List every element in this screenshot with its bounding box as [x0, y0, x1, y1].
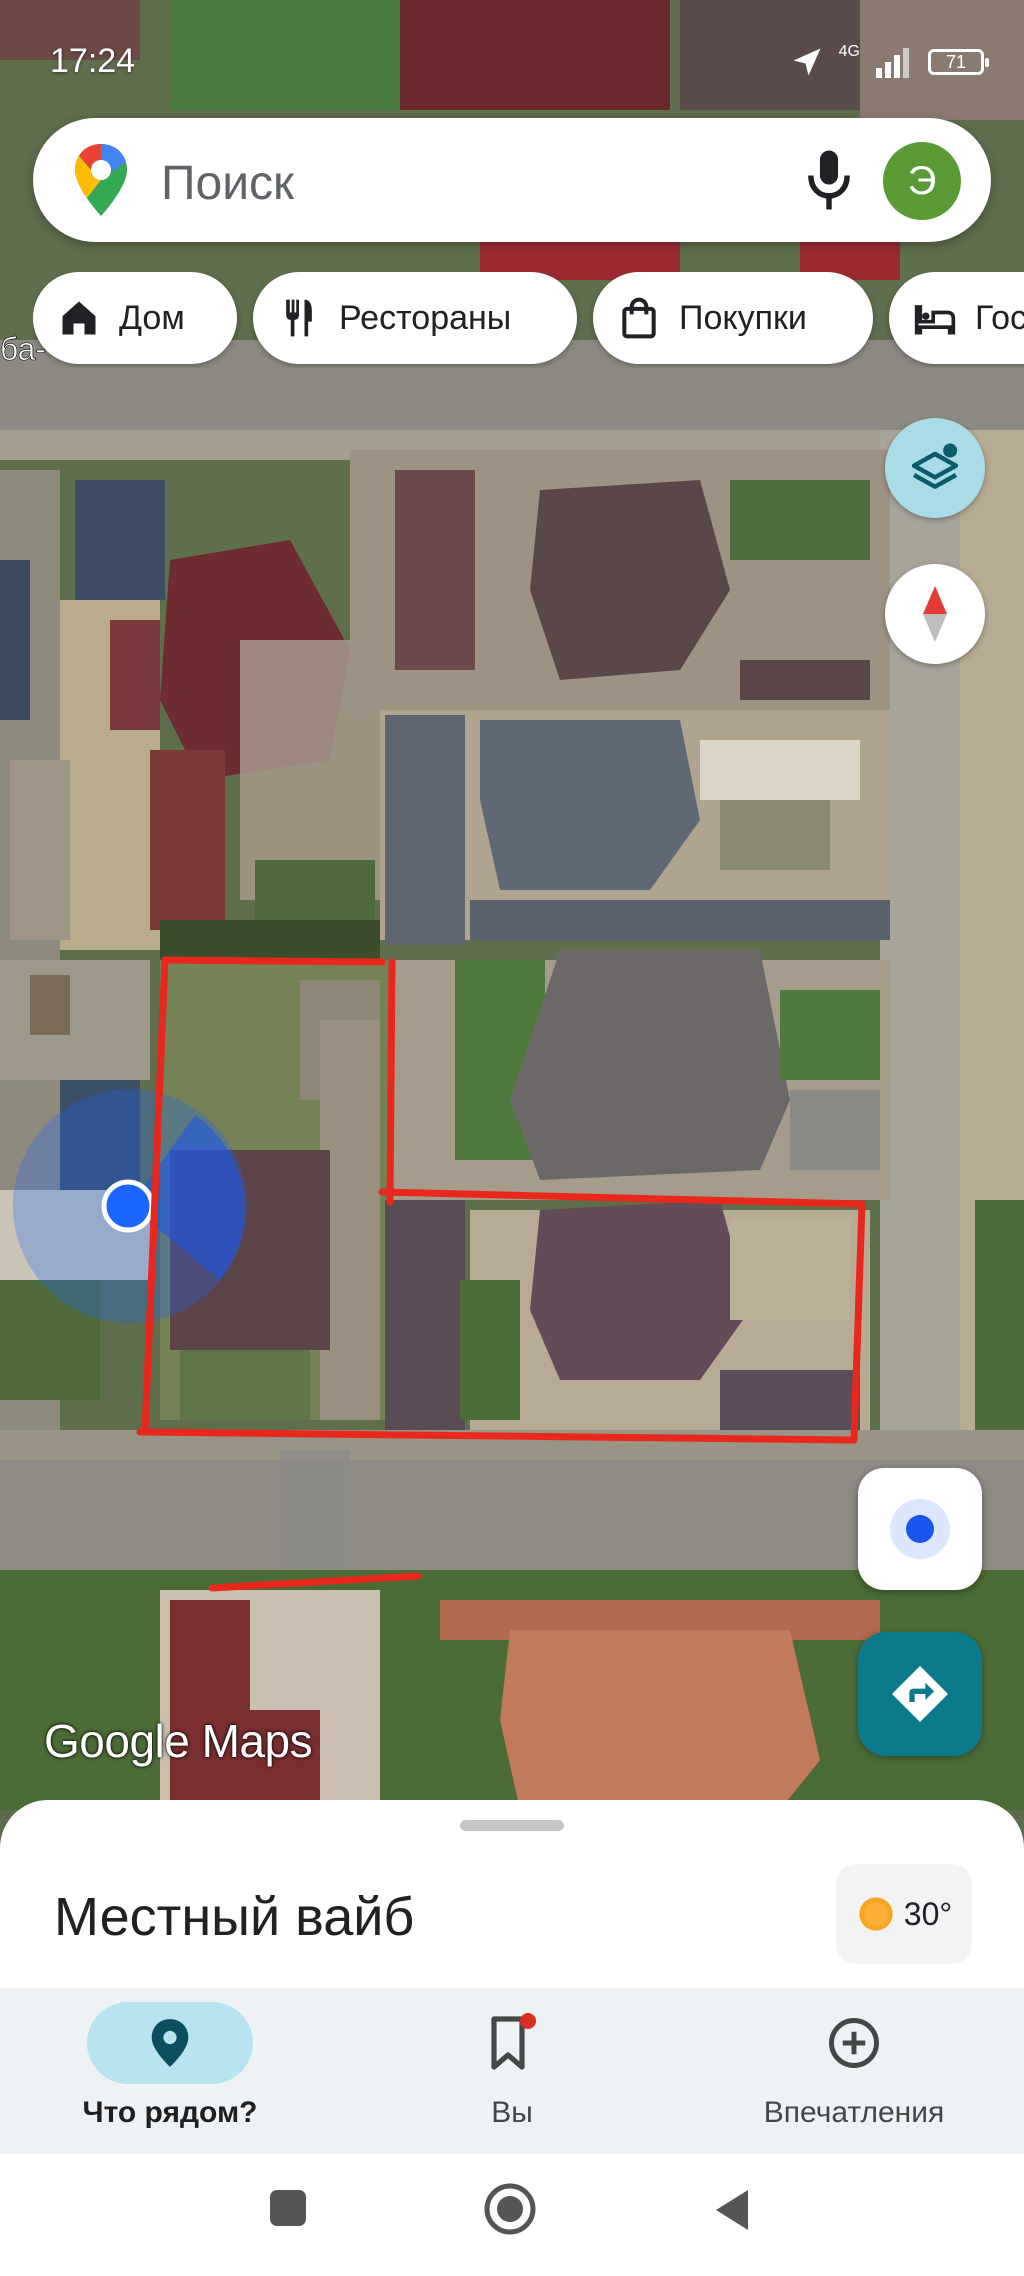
bottom-sheet[interactable]: Местный вайб 30° [0, 1800, 1024, 1990]
layers-icon [911, 443, 959, 489]
account-avatar[interactable]: Э [883, 142, 961, 220]
weather-temperature: 30° [903, 1895, 953, 1932]
sun-icon [859, 1897, 893, 1931]
status-bar: 17:24 4G 71 [0, 0, 1024, 110]
restaurant-icon [286, 299, 312, 337]
screen: ба- 17:24 4G 71 Поиск Э Дом Рестораны По… [0, 0, 1024, 2276]
chip-restaurants[interactable]: Рестораны [253, 272, 577, 364]
nav-icon-container [771, 2002, 937, 2084]
search-input[interactable]: Поиск [161, 156, 294, 211]
sheet-drag-handle[interactable] [460, 1820, 564, 1831]
nav-label: Впечатления [763, 2096, 945, 2129]
system-navigation-bar [0, 2154, 1024, 2276]
nav-tab-explore[interactable]: Что рядом? [0, 1988, 340, 2154]
map-watermark: Google Maps [44, 1715, 313, 1767]
nav-tab-contribute[interactable]: Впечатления [684, 1988, 1024, 2154]
hotel-bed-icon [914, 305, 956, 335]
microphone-icon[interactable] [801, 146, 857, 214]
nav-icon-container [429, 2002, 595, 2084]
my-location-dot [101, 1179, 155, 1233]
compass-icon [923, 586, 947, 642]
nav-label: Вы [491, 2096, 533, 2129]
recent-apps-icon[interactable] [268, 2188, 308, 2228]
chip-label: Рестораны [339, 298, 512, 337]
chip-label: Дом [119, 298, 185, 337]
shopping-bag-icon [622, 297, 656, 339]
sheet-title: Местный вайб [54, 1887, 415, 1947]
bottom-navigation: Что рядом? Вы Впечатления [0, 1988, 1024, 2154]
home-icon [62, 301, 96, 335]
chip-shopping[interactable]: Покупки [593, 272, 873, 364]
status-time: 17:24 [50, 42, 136, 80]
battery-icon: 71 [928, 49, 989, 75]
network-type: 4G [838, 43, 860, 60]
nav-tab-you[interactable]: Вы [342, 1988, 682, 2154]
layers-button[interactable] [885, 418, 985, 518]
chip-label: Гос [975, 298, 1024, 337]
battery-level: 71 [945, 51, 967, 72]
my-location-button[interactable] [858, 1468, 982, 1590]
directions-icon [892, 1666, 948, 1722]
category-chips: Дом Рестораны Покупки Гос [33, 272, 1024, 368]
directions-button[interactable] [858, 1632, 982, 1756]
notification-dot [520, 2013, 536, 2029]
chip-home[interactable]: Дом [33, 272, 237, 364]
weather-chip[interactable]: 30° [836, 1864, 972, 1964]
status-icons: 4G 71 [789, 43, 989, 80]
search-bar[interactable]: Поиск Э [33, 118, 991, 242]
nav-icon-container [87, 2002, 253, 2084]
bookmark-icon [491, 2013, 536, 2070]
nav-label: Что рядом? [82, 2096, 258, 2129]
location-pin-icon [151, 2019, 189, 2067]
chip-hotels[interactable]: Гос [889, 272, 1024, 364]
chip-label: Покупки [679, 298, 807, 337]
add-circle-icon [829, 2018, 879, 2068]
avatar-letter: Э [907, 158, 937, 203]
back-button-icon[interactable] [712, 2188, 752, 2232]
my-location-icon [890, 1499, 950, 1559]
signal-icon [876, 48, 909, 78]
compass-button[interactable] [885, 564, 985, 664]
location-arrow-icon [793, 48, 821, 76]
home-button-icon[interactable] [483, 2182, 537, 2236]
google-maps-logo-icon [75, 144, 127, 216]
